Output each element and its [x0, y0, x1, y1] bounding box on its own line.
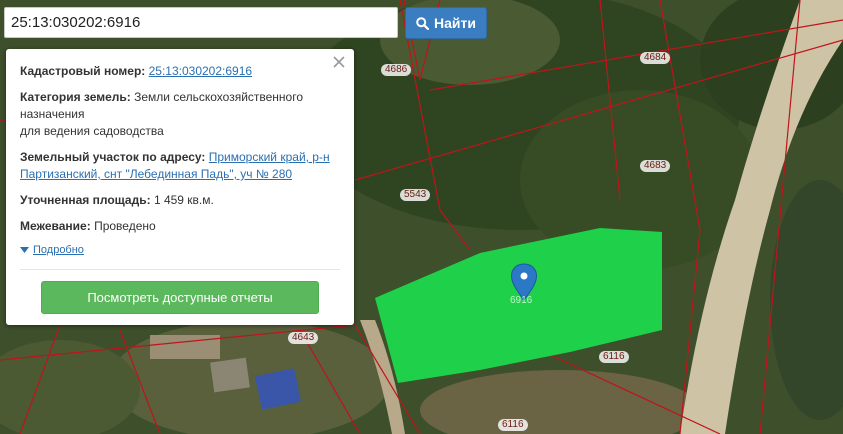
land-category-value-cont: назначения: [20, 107, 85, 121]
survey-value: Проведено: [94, 219, 156, 233]
parcel-number-label: 4686: [381, 64, 412, 76]
area-row: Уточненная площадь: 1 459 кв.м.: [20, 192, 340, 209]
address-row: Земельный участок по адресу: Приморский …: [20, 149, 340, 183]
area-value: 1 459 кв.м.: [153, 193, 214, 207]
popup-divider: [20, 269, 340, 270]
details-link[interactable]: Подробно: [33, 244, 84, 256]
parcel-number-label: 4684: [640, 52, 671, 64]
view-reports-button[interactable]: Посмотреть доступные отчеты: [41, 281, 319, 314]
search-button[interactable]: Найти: [405, 7, 487, 39]
land-category-row: Категория земель: Земли сельскохозяйстве…: [20, 89, 340, 140]
land-category-value: Земли сельскохозяйственного: [134, 90, 304, 104]
caret-down-icon: [20, 246, 29, 253]
parcel-number-label: 5543: [400, 189, 431, 201]
selected-parcel-number-label: 6916: [510, 295, 533, 306]
details-toggle[interactable]: Подробно: [20, 244, 340, 256]
parcel-number-label: 6116: [599, 351, 629, 363]
survey-row: Межевание: Проведено: [20, 218, 340, 235]
search-icon: [416, 16, 430, 30]
survey-label: Межевание:: [20, 219, 91, 233]
cadastral-number-link[interactable]: 25:13:030202:6916: [149, 64, 252, 78]
parcel-number-label: 4643: [288, 332, 319, 344]
address-label: Земельный участок по адресу:: [20, 150, 206, 164]
cadastral-number-label: Кадастровый номер:: [20, 64, 146, 78]
cadastral-number-row: Кадастровый номер: 25:13:030202:6916: [20, 63, 340, 80]
address-line-1: Приморский край, р-н: [208, 150, 330, 164]
address-line-2: Партизанский, снт "Лебединная Падь", уч …: [20, 167, 293, 181]
parcel-number-label: 4683: [640, 160, 671, 172]
parcel-info-popup: Кадастровый номер: 25:13:030202:6916 Кат…: [6, 49, 354, 325]
search-button-label: Найти: [434, 15, 476, 31]
land-use-value: для ведения садоводства: [20, 124, 164, 138]
area-label: Уточненная площадь:: [20, 193, 151, 207]
close-icon[interactable]: [332, 55, 346, 69]
parcel-number-label: 6116: [498, 419, 528, 431]
land-category-label: Категория земель:: [20, 90, 131, 104]
search-input[interactable]: [4, 7, 398, 38]
